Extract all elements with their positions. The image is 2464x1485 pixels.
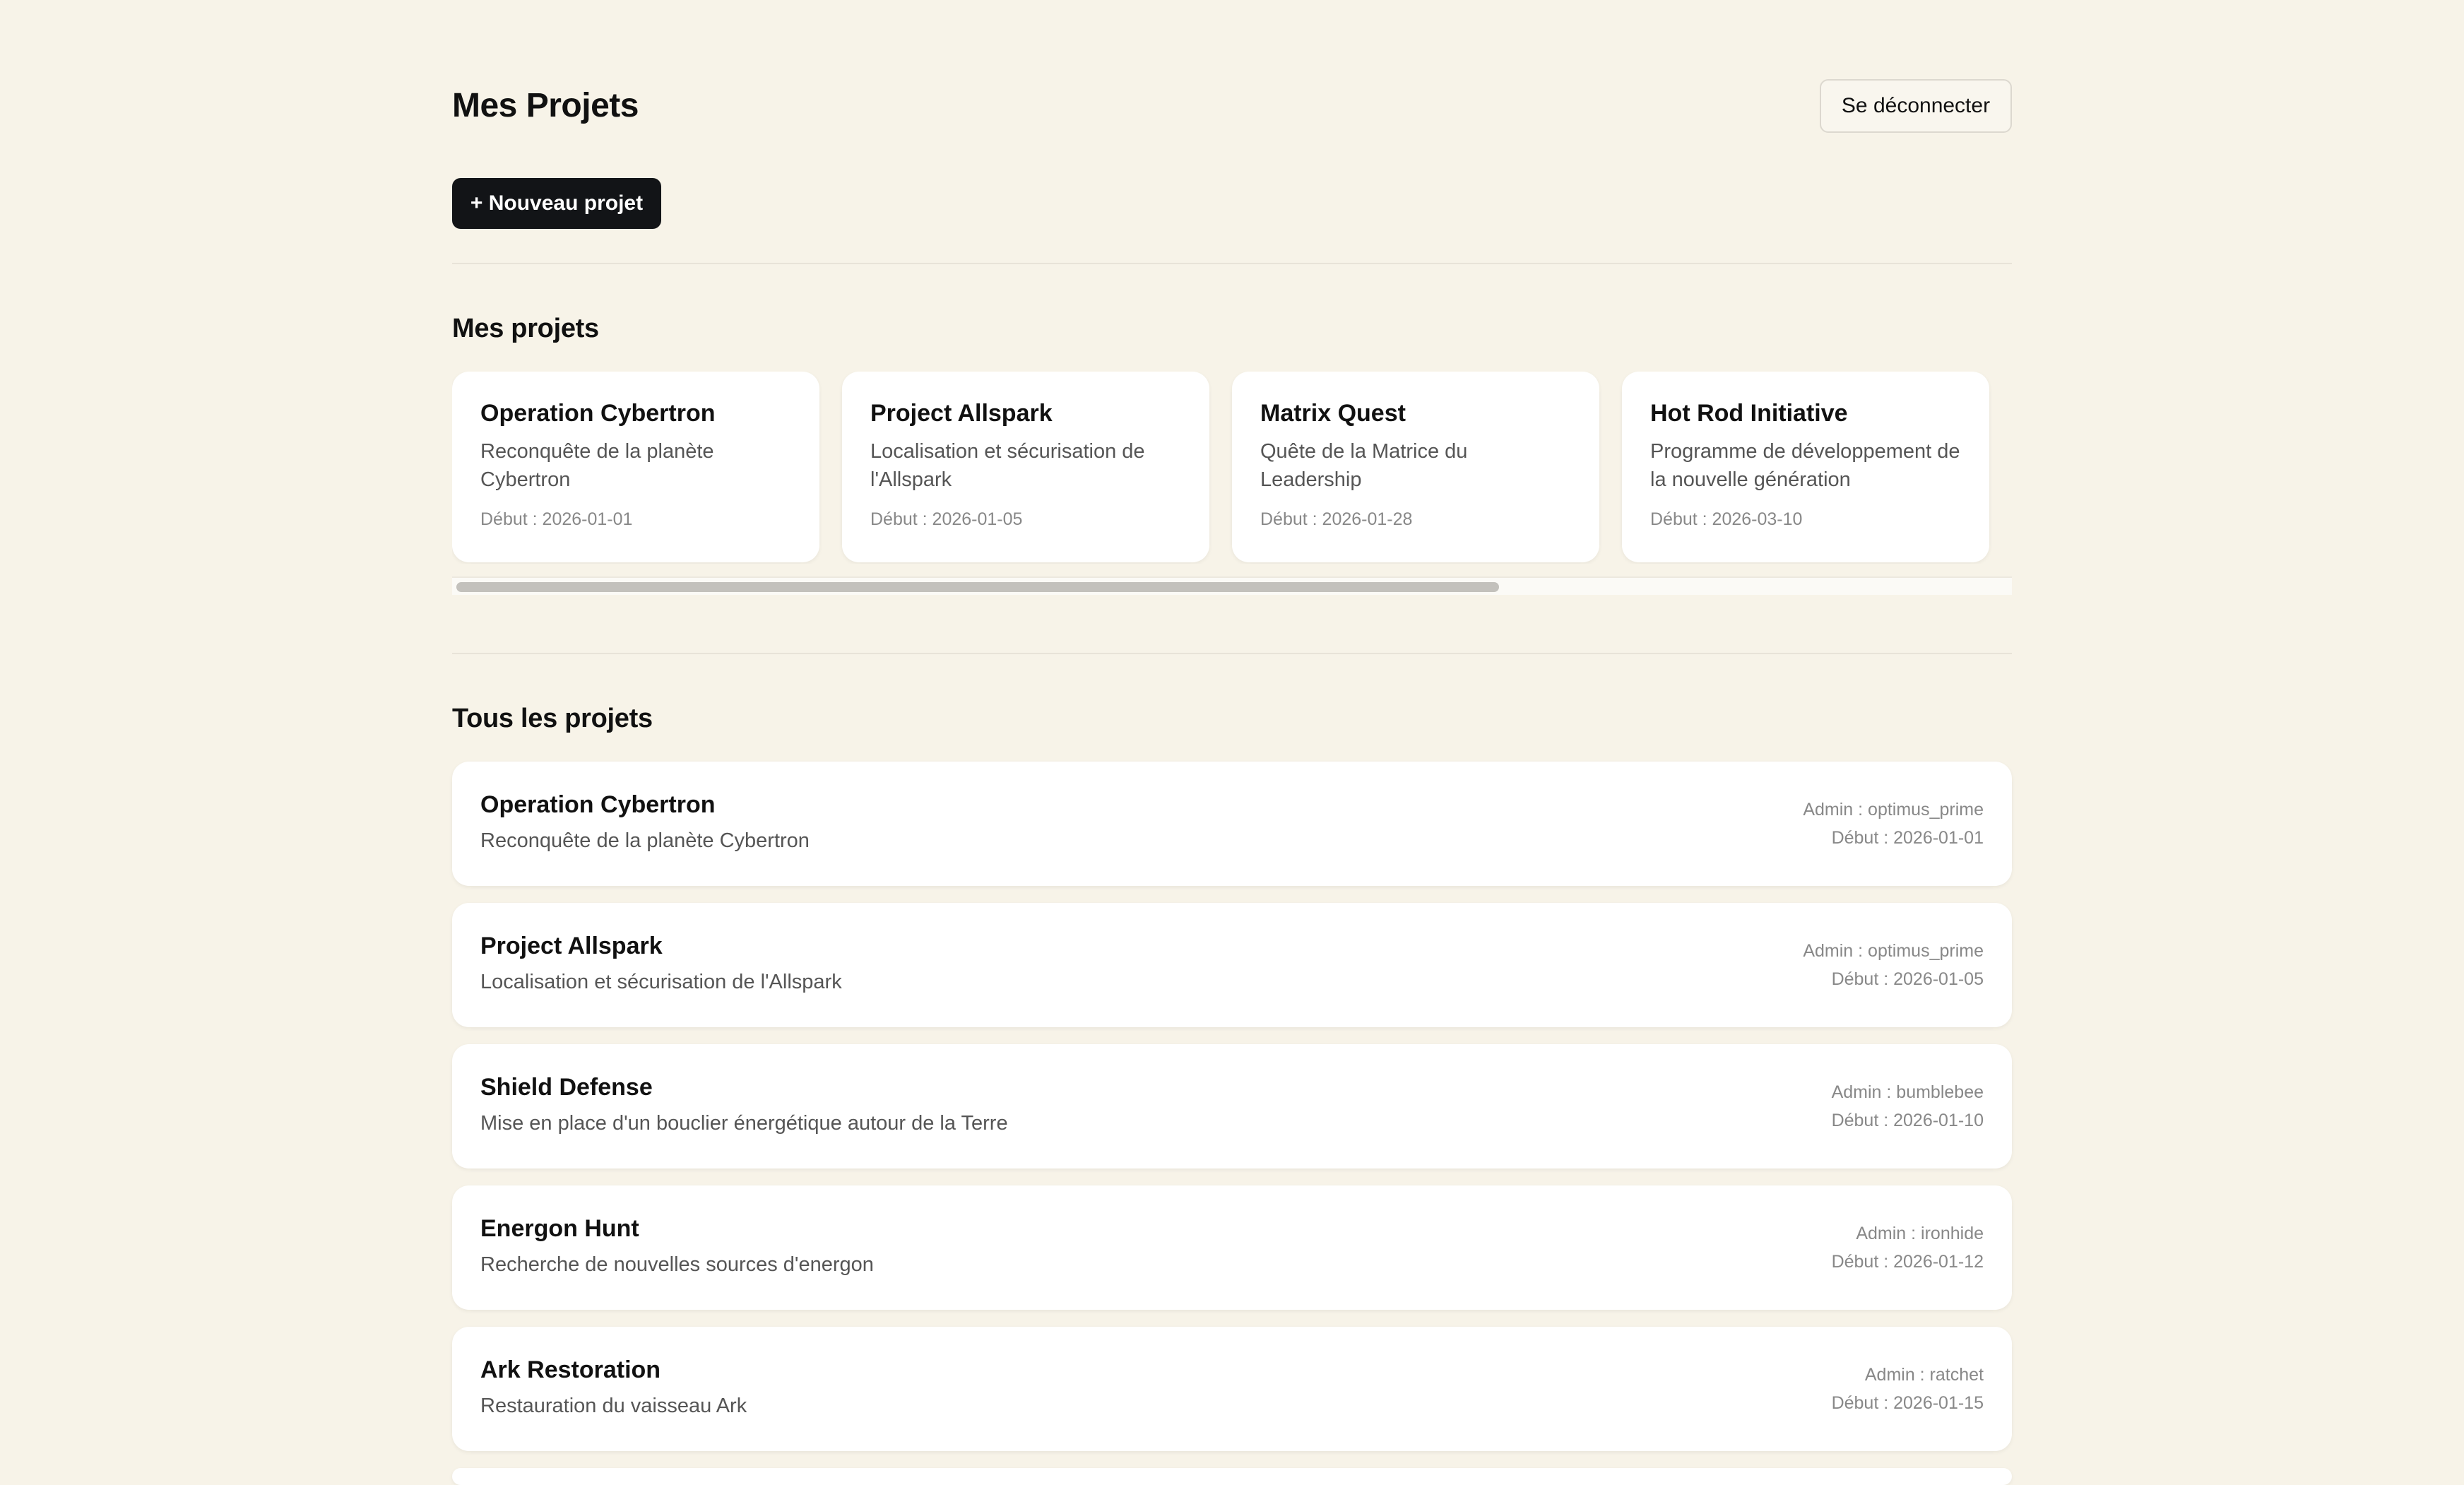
- project-admin: Admin : optimus_prime: [1803, 941, 1984, 961]
- project-card[interactable]: Hot Rod Initiative Programme de développ…: [1622, 372, 1989, 562]
- list-item[interactable]: Operation Cybertron Reconquête de la pla…: [452, 762, 2012, 886]
- list-item[interactable]: Ark Restoration Restauration du vaisseau…: [452, 1327, 2012, 1451]
- list-item[interactable]: [452, 1468, 2012, 1485]
- project-description: Restauration du vaisseau Ark: [480, 1395, 747, 1417]
- project-description: Reconquête de la planète Cybertron: [480, 829, 810, 852]
- card-start-date: Début : 2026-01-05: [870, 509, 1023, 529]
- page-title: Mes Projets: [452, 87, 639, 124]
- project-description: Mise en place d'un bouclier énergétique …: [480, 1112, 1008, 1135]
- carousel-scrollbar[interactable]: [452, 576, 2012, 595]
- card-description: Localisation et sécurisation de l'Allspa…: [870, 440, 1145, 491]
- list-item[interactable]: Shield Defense Mise en place d'un boucli…: [452, 1044, 2012, 1169]
- project-name: Operation Cybertron: [480, 791, 716, 818]
- card-start-date: Début : 2026-01-01: [480, 509, 633, 529]
- project-admin: Admin : bumblebee: [1831, 1082, 1984, 1102]
- card-start-date: Début : 2026-03-10: [1650, 509, 1803, 529]
- my-projects-carousel[interactable]: Operation Cybertron Reconquête de la pla…: [452, 372, 2012, 564]
- my-projects-heading: Mes projets: [452, 314, 599, 343]
- project-name: Project Allspark: [480, 933, 663, 959]
- project-start-date: Début : 2026-01-01: [1831, 828, 1984, 848]
- project-admin: Admin : ratchet: [1864, 1365, 1984, 1385]
- all-projects-heading: Tous les projets: [452, 704, 653, 733]
- card-title: Project Allspark: [870, 400, 1053, 427]
- new-project-button[interactable]: + Nouveau projet: [452, 178, 661, 229]
- project-start-date: Début : 2026-01-10: [1831, 1111, 1984, 1130]
- project-name: Ark Restoration: [480, 1356, 661, 1383]
- project-card[interactable]: Matrix Quest Quête de la Matrice du Lead…: [1232, 372, 1599, 562]
- section-divider: [452, 263, 2012, 264]
- card-title: Operation Cybertron: [480, 400, 716, 427]
- card-start-date: Début : 2026-01-28: [1260, 509, 1413, 529]
- card-title: Hot Rod Initiative: [1650, 400, 1848, 427]
- project-description: Localisation et sécurisation de l'Allspa…: [480, 971, 842, 993]
- scrollbar-thumb[interactable]: [456, 582, 1499, 592]
- list-item[interactable]: Energon Hunt Recherche de nouvelles sour…: [452, 1185, 2012, 1310]
- project-card[interactable]: Operation Cybertron Reconquête de la pla…: [452, 372, 819, 562]
- page-header: Mes Projets Se déconnecter: [452, 79, 2012, 133]
- list-item[interactable]: Project Allspark Localisation et sécuris…: [452, 903, 2012, 1027]
- card-description: Reconquête de la planète Cybertron: [480, 440, 714, 491]
- project-start-date: Début : 2026-01-15: [1831, 1393, 1984, 1413]
- card-title: Matrix Quest: [1260, 400, 1406, 427]
- project-name: Energon Hunt: [480, 1215, 639, 1242]
- logout-button[interactable]: Se déconnecter: [1820, 79, 2012, 133]
- project-admin: Admin : optimus_prime: [1803, 800, 1984, 820]
- project-card[interactable]: Project Allspark Localisation et sécuris…: [842, 372, 1209, 562]
- project-description: Recherche de nouvelles sources d'energon: [480, 1253, 874, 1276]
- project-admin: Admin : ironhide: [1856, 1224, 1984, 1243]
- project-start-date: Début : 2026-01-12: [1831, 1252, 1984, 1272]
- card-description: Programme de développement de la nouvell…: [1650, 440, 1960, 491]
- projects-page: Mes Projets Se déconnecter + Nouveau pro…: [452, 0, 2012, 1485]
- card-description: Quête de la Matrice du Leadership: [1260, 440, 1468, 491]
- project-name: Shield Defense: [480, 1074, 653, 1101]
- section-divider: [452, 653, 2012, 654]
- project-start-date: Début : 2026-01-05: [1831, 969, 1984, 989]
